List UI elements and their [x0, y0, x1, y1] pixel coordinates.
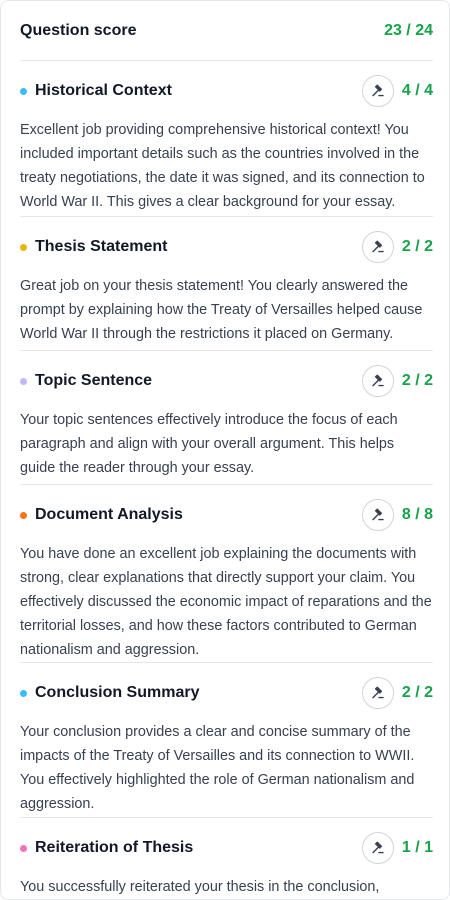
rubric-section-thesis-statement: Thesis Statement 2 / 2 Great job on your…: [20, 217, 433, 351]
section-title: Historical Context: [35, 82, 172, 99]
section-score: 2 / 2: [401, 684, 433, 701]
section-header: Topic Sentence 2 / 2: [20, 351, 433, 411]
section-score: 4 / 4: [401, 82, 433, 99]
section-score: 8 / 8: [401, 506, 433, 523]
section-feedback: Your topic sentences effectively introdu…: [20, 412, 398, 476]
gavel-icon: [372, 84, 384, 97]
score-panel: Question score 23 / 24 Historical Contex…: [0, 0, 450, 900]
section-header: Reiteration of Thesis 1 / 1: [20, 818, 433, 878]
rubric-section-topic-sentence: Topic Sentence 2 / 2 Your topic sentence…: [20, 351, 433, 485]
section-score: 2 / 2: [401, 238, 433, 255]
score-header: Question score 23 / 24: [20, 1, 433, 61]
gavel-button[interactable]: [361, 677, 394, 709]
section-header: Historical Context 4 / 4: [20, 61, 433, 121]
section-header: Conclusion Summary 2 / 2: [20, 663, 433, 723]
section-feedback: Your conclusion provides a clear and con…: [20, 724, 415, 812]
gavel-icon: [372, 374, 384, 387]
rubric-section-reiteration-of-thesis: Reiteration of Thesis 1 / 1 You successf…: [20, 818, 433, 899]
gavel-button[interactable]: [361, 75, 394, 107]
section-title: Document Analysis: [35, 506, 183, 523]
section-feedback: Excellent job providing comprehensive hi…: [20, 122, 425, 210]
category-dot: [20, 87, 27, 95]
section-header: Document Analysis 8 / 8: [20, 485, 433, 545]
rubric-section-document-analysis: Document Analysis 8 / 8 You have done an…: [20, 485, 433, 663]
category-dot: [20, 243, 27, 251]
gavel-button[interactable]: [361, 231, 394, 263]
header-title: Question score: [20, 21, 137, 39]
category-dot: [20, 511, 27, 519]
gavel-icon: [372, 686, 384, 699]
gavel-icon: [372, 508, 384, 521]
section-score: 2 / 2: [401, 372, 433, 389]
section-title: Topic Sentence: [35, 372, 153, 389]
gavel-button[interactable]: [361, 832, 394, 864]
gavel-button[interactable]: [361, 499, 394, 531]
section-title: Conclusion Summary: [35, 684, 200, 701]
category-dot: [20, 844, 27, 852]
section-feedback: You successfully reiterated your thesis …: [20, 879, 380, 895]
category-dot: [20, 689, 27, 697]
rubric-section-conclusion-summary: Conclusion Summary 2 / 2 Your conclusion…: [20, 663, 433, 818]
section-title: Reiteration of Thesis: [35, 839, 194, 856]
section-title: Thesis Statement: [35, 238, 168, 255]
section-feedback: Great job on your thesis statement! You …: [20, 278, 423, 342]
rubric-section-historical-context: Historical Context 4 / 4 Excellent job p…: [20, 61, 433, 217]
section-feedback: You have done an excellent job explainin…: [20, 546, 432, 658]
category-dot: [20, 377, 27, 385]
gavel-icon: [372, 841, 384, 854]
total-score: 23 / 24: [384, 21, 433, 39]
section-header: Thesis Statement 2 / 2: [20, 217, 433, 277]
section-score: 1 / 1: [401, 839, 433, 856]
gavel-icon: [372, 240, 384, 253]
gavel-button[interactable]: [361, 365, 394, 397]
